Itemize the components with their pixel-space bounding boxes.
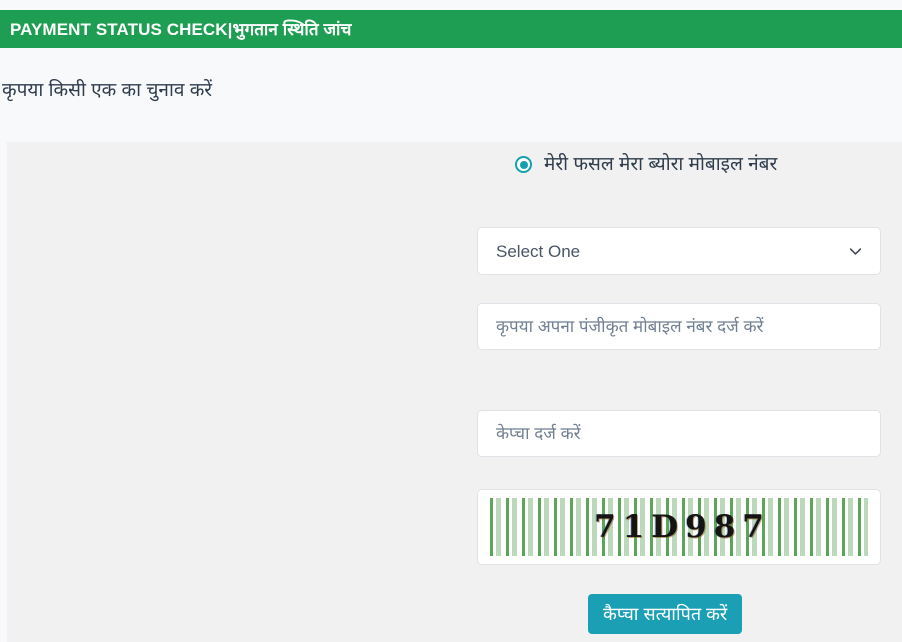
radio-selected-dot <box>519 160 528 169</box>
radio-option-label: मेरी फसल मेरा ब्योरा मोबाइल नंबर <box>544 154 778 175</box>
radio-button-icon[interactable] <box>515 156 532 173</box>
captcha-image-container: 71D987 <box>477 489 881 565</box>
mobile-number-input[interactable]: कृपया अपना पंजीकृत मोबाइल नंबर दर्ज करें <box>477 303 881 350</box>
captcha-input[interactable]: केप्चा दर्ज करें <box>477 410 881 457</box>
page-header-bar: PAYMENT STATUS CHECK|भुगतान स्थिति जांच <box>0 10 902 48</box>
captcha-image: 71D987 <box>490 498 868 556</box>
select-one-dropdown[interactable]: Select One <box>477 227 881 275</box>
subtitle-strip: कृपया किसी एक का चुनाव करें <box>0 48 902 142</box>
form-panel: मेरी फसल मेरा ब्योरा मोबाइल नंबर Select … <box>7 142 902 642</box>
captcha-input-placeholder: केप्चा दर्ज करें <box>496 424 581 443</box>
selection-instruction-text: कृपया किसी एक का चुनाव करें <box>2 80 213 101</box>
mobile-number-placeholder: कृपया अपना पंजीकृत मोबाइल नंबर दर्ज करें <box>496 317 764 336</box>
captcha-code-text: 71D987 <box>594 508 771 545</box>
verify-captcha-button[interactable]: कैप्चा सत्यापित करें <box>588 594 743 634</box>
radio-option-mobile-number[interactable]: मेरी फसल मेरा ब्योरा मोबाइल नंबर <box>515 155 777 174</box>
select-one-value: Select One <box>496 241 581 261</box>
page-title: PAYMENT STATUS CHECK|भुगतान स्थिति जांच <box>10 19 352 39</box>
chevron-down-icon[interactable] <box>849 245 862 258</box>
